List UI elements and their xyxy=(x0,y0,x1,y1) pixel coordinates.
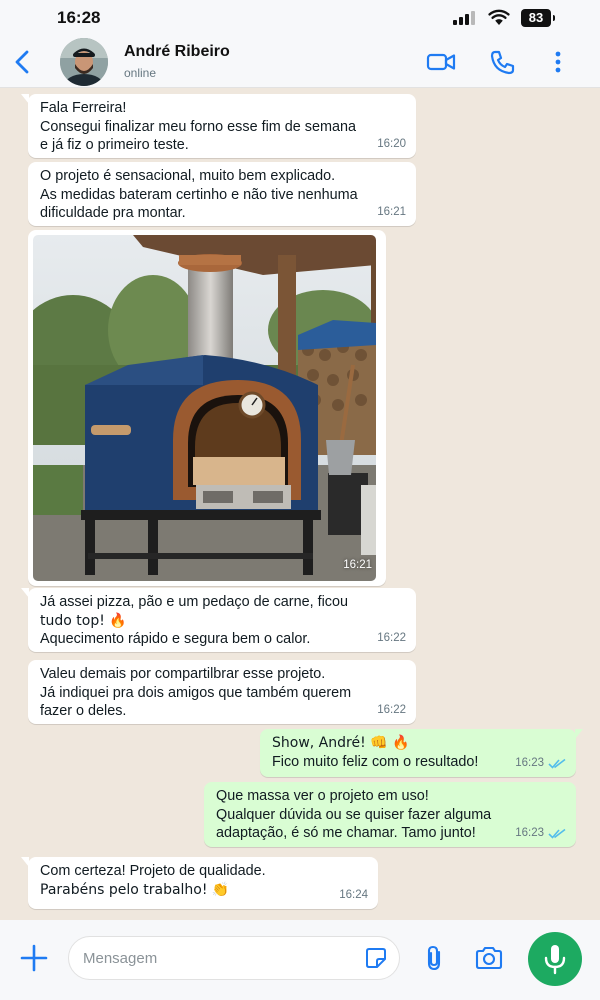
back-icon[interactable] xyxy=(8,46,38,78)
message-text: Parabéns pelo trabalho! 👏 xyxy=(40,881,230,898)
message-time: 16:22 xyxy=(377,704,406,717)
message-time: 16:23 xyxy=(515,827,544,840)
photo-time: 16:21 xyxy=(343,559,372,572)
oven-photo[interactable] xyxy=(33,235,376,581)
message-bubble-incoming[interactable]: O projeto é sensacional, muito bem expli… xyxy=(28,162,416,226)
mic-button[interactable] xyxy=(528,932,582,986)
message-bubble-incoming[interactable]: Fala Ferreira! Consegui finalizar meu fo… xyxy=(21,94,416,158)
message-bubble-incoming[interactable]: Com certeza! Projeto de qualidade. Parab… xyxy=(21,857,378,909)
message-time: 16:20 xyxy=(377,138,406,151)
message-text: tudo top! 🔥 xyxy=(40,612,127,629)
message-bubble-outgoing[interactable]: Que massa ver o projeto em uso! Qualquer… xyxy=(204,782,576,847)
video-call-icon[interactable] xyxy=(426,48,456,76)
message-text: Já assei pizza, pão e um pedaço de carne… xyxy=(40,594,348,610)
message-text: adaptação, é só me chamar. Tamo junto! xyxy=(216,825,476,842)
message-time: 16:24 xyxy=(339,889,368,902)
attach-icon[interactable] xyxy=(422,944,448,972)
chat-area: Fala Ferreira! Consegui finalizar meu fo… xyxy=(0,88,600,920)
status-time: 16:28 xyxy=(57,8,101,27)
message-time: 16:23 xyxy=(515,757,544,770)
composer-bar xyxy=(0,920,600,1000)
signal-icon xyxy=(453,11,479,25)
image-message-bubble[interactable]: 16:21 xyxy=(28,230,386,586)
message-text: dificuldade pra montar. xyxy=(40,205,186,222)
message-text: Com certeza! Projeto de qualidade. xyxy=(40,863,266,879)
more-icon[interactable] xyxy=(543,48,573,76)
message-text: Fala Ferreira! xyxy=(40,100,127,116)
contact-name[interactable]: André Ribeiro xyxy=(124,43,230,61)
avatar[interactable] xyxy=(60,38,108,86)
chat-header: André Ribeiro online xyxy=(0,36,600,88)
message-text: Show, André! 👊 🔥 xyxy=(272,735,410,751)
message-text: Consegui finalizar meu forno esse fim de… xyxy=(40,118,356,135)
status-bar: 16:28 83 xyxy=(0,0,600,36)
camera-icon[interactable] xyxy=(474,944,504,972)
message-text: Qualquer dúvida ou se quiser fazer algum… xyxy=(216,806,492,823)
phone-icon[interactable] xyxy=(487,48,517,76)
message-text: Já indiquei pra dois amigos que também q… xyxy=(40,684,352,701)
plus-icon[interactable] xyxy=(18,942,50,974)
message-text: e já fiz o primeiro teste. xyxy=(40,137,189,154)
contact-status: online xyxy=(124,66,157,80)
message-text: Que massa ver o projeto em uso! xyxy=(216,788,429,804)
message-time: 16:22 xyxy=(377,632,406,645)
message-time: 16:21 xyxy=(377,206,406,219)
battery-indicator: 83 xyxy=(521,9,555,27)
message-bubble-incoming[interactable]: Já assei pizza, pão e um pedaço de carne… xyxy=(21,588,416,652)
sticker-icon[interactable] xyxy=(364,946,388,970)
wifi-icon xyxy=(488,9,510,25)
message-text: O projeto é sensacional, muito bem expli… xyxy=(40,168,336,184)
message-bubble-incoming[interactable]: Valeu demais por compartilbrar esse proj… xyxy=(28,660,416,724)
mic-icon xyxy=(544,945,566,975)
message-text: fazer o deles. xyxy=(40,703,127,720)
read-receipt-icon xyxy=(548,829,566,839)
read-receipt-icon xyxy=(548,759,566,769)
message-input[interactable] xyxy=(68,936,400,980)
message-text: Aquecimento rápido e segura bem o calor. xyxy=(40,631,311,648)
message-text: Valeu demais por compartilbrar esse proj… xyxy=(40,666,326,682)
message-text: As medidas bateram certinho e não tive n… xyxy=(40,186,358,203)
message-bubble-outgoing[interactable]: Show, André! 👊 🔥 Fico muito feliz com o … xyxy=(260,729,583,777)
